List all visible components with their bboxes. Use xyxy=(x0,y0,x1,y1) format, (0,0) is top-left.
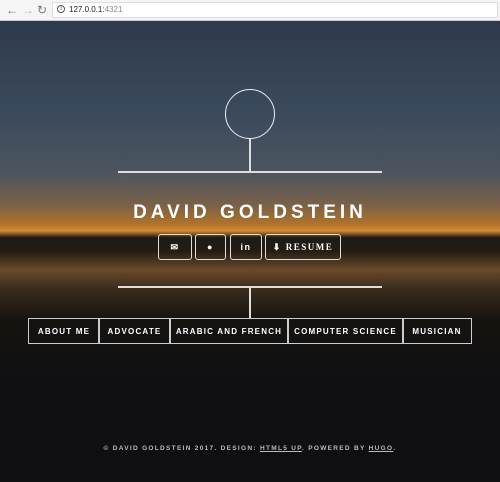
hugo-link[interactable]: HUGO xyxy=(369,445,394,452)
download-icon: ⬇ xyxy=(272,241,282,252)
page-title: DAVID GOLDSTEIN xyxy=(133,202,367,223)
url-port: 4321 xyxy=(104,5,123,14)
nav-advocate[interactable]: ADVOCATE xyxy=(98,318,171,344)
github-button[interactable]: ● xyxy=(195,234,226,260)
forward-button[interactable]: → xyxy=(22,3,34,17)
linkedin-icon: in xyxy=(240,242,252,252)
github-icon: ● xyxy=(207,242,214,252)
hero-background: DAVID GOLDSTEIN ✉ ● in ⬇ RESUME ABOUT ME … xyxy=(0,21,500,482)
html5up-link[interactable]: HTML5 UP xyxy=(260,445,302,452)
nav-musician[interactable]: MUSICIAN xyxy=(402,318,472,344)
resume-label: RESUME xyxy=(285,242,334,252)
footer-powered: . POWERED BY xyxy=(302,445,369,452)
nav-about-me[interactable]: ABOUT ME xyxy=(28,318,100,344)
url-host: 127.0.0.1: xyxy=(69,5,105,14)
nav-arabic-french[interactable]: ARABIC AND FRENCH xyxy=(169,318,289,344)
divider xyxy=(249,139,251,171)
resume-button[interactable]: ⬇ RESUME xyxy=(265,234,341,260)
footer: © DAVID GOLDSTEIN 2017. DESIGN: HTML5 UP… xyxy=(0,445,500,452)
nav-computer-science[interactable]: COMPUTER SCIENCE xyxy=(287,318,404,344)
info-icon[interactable]: i xyxy=(57,5,65,13)
browser-toolbar: ← → ↻ i 127.0.0.1:4321 xyxy=(0,0,500,21)
reload-button[interactable]: ↻ xyxy=(37,3,47,17)
divider xyxy=(118,171,382,173)
divider xyxy=(249,286,251,318)
footer-copyright: © DAVID GOLDSTEIN 2017. DESIGN: xyxy=(103,445,260,452)
back-button[interactable]: ← xyxy=(6,3,18,17)
logo-circle xyxy=(225,89,275,139)
email-icon: ✉ xyxy=(170,241,180,252)
address-bar[interactable]: i 127.0.0.1:4321 xyxy=(52,2,498,18)
linkedin-button[interactable]: in xyxy=(230,234,262,260)
email-button[interactable]: ✉ xyxy=(158,234,192,260)
footer-suffix: . xyxy=(393,445,397,452)
